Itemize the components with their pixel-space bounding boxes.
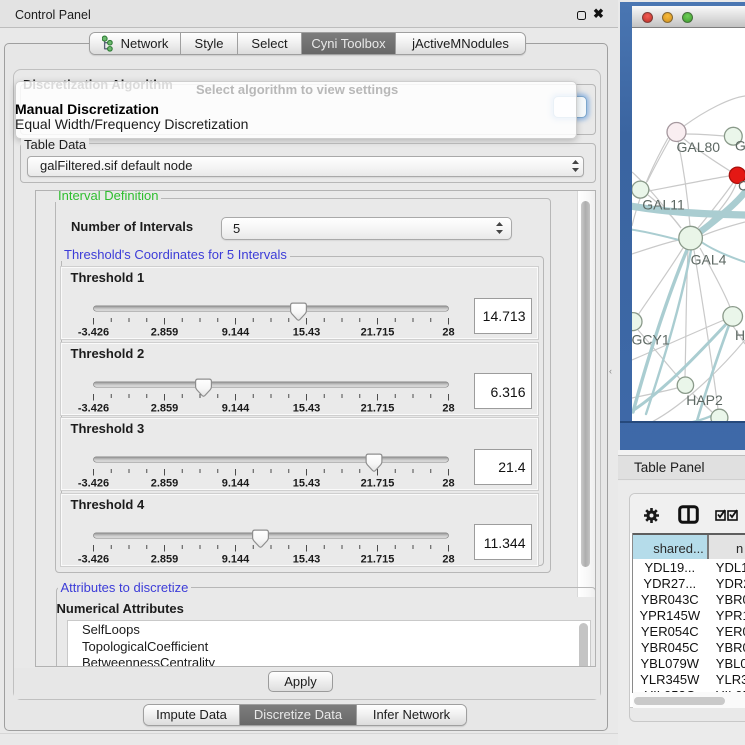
svg-text:GAL80: GAL80 [677, 139, 721, 155]
svg-text:H: H [735, 327, 745, 343]
svg-text:21.715: 21.715 [360, 553, 394, 565]
svg-text:C: C [738, 177, 745, 193]
svg-text:9.144: 9.144 [221, 478, 249, 490]
svg-text:-3.426: -3.426 [77, 402, 108, 414]
svg-text:15.43: 15.43 [292, 402, 320, 414]
svg-text:-3.426: -3.426 [77, 327, 108, 339]
svg-text:9.144: 9.144 [221, 327, 249, 339]
svg-text:28: 28 [442, 327, 454, 339]
svg-text:9.144: 9.144 [221, 402, 249, 414]
svg-text:GA: GA [735, 138, 745, 154]
svg-text:2.859: 2.859 [150, 553, 178, 565]
svg-text:-3.426: -3.426 [77, 478, 108, 490]
svg-text:-3.426: -3.426 [77, 553, 108, 565]
svg-text:15.43: 15.43 [292, 327, 320, 339]
svg-text:28: 28 [442, 478, 454, 490]
svg-text:9.144: 9.144 [221, 553, 249, 565]
svg-text:2.859: 2.859 [150, 402, 178, 414]
svg-text:GAL4: GAL4 [691, 252, 727, 268]
svg-text:2.859: 2.859 [150, 478, 178, 490]
svg-text:2.859: 2.859 [150, 327, 178, 339]
svg-text:21.715: 21.715 [360, 327, 394, 339]
svg-text:GCY1: GCY1 [632, 332, 670, 348]
svg-text:GAL11: GAL11 [642, 196, 685, 212]
svg-text:28: 28 [442, 553, 454, 565]
svg-text:15.43: 15.43 [292, 553, 320, 565]
svg-text:HAP2: HAP2 [686, 392, 723, 408]
svg-text:28: 28 [442, 402, 454, 414]
svg-text:15.43: 15.43 [292, 478, 320, 490]
svg-text:21.715: 21.715 [360, 478, 394, 490]
svg-text:21.715: 21.715 [360, 402, 394, 414]
